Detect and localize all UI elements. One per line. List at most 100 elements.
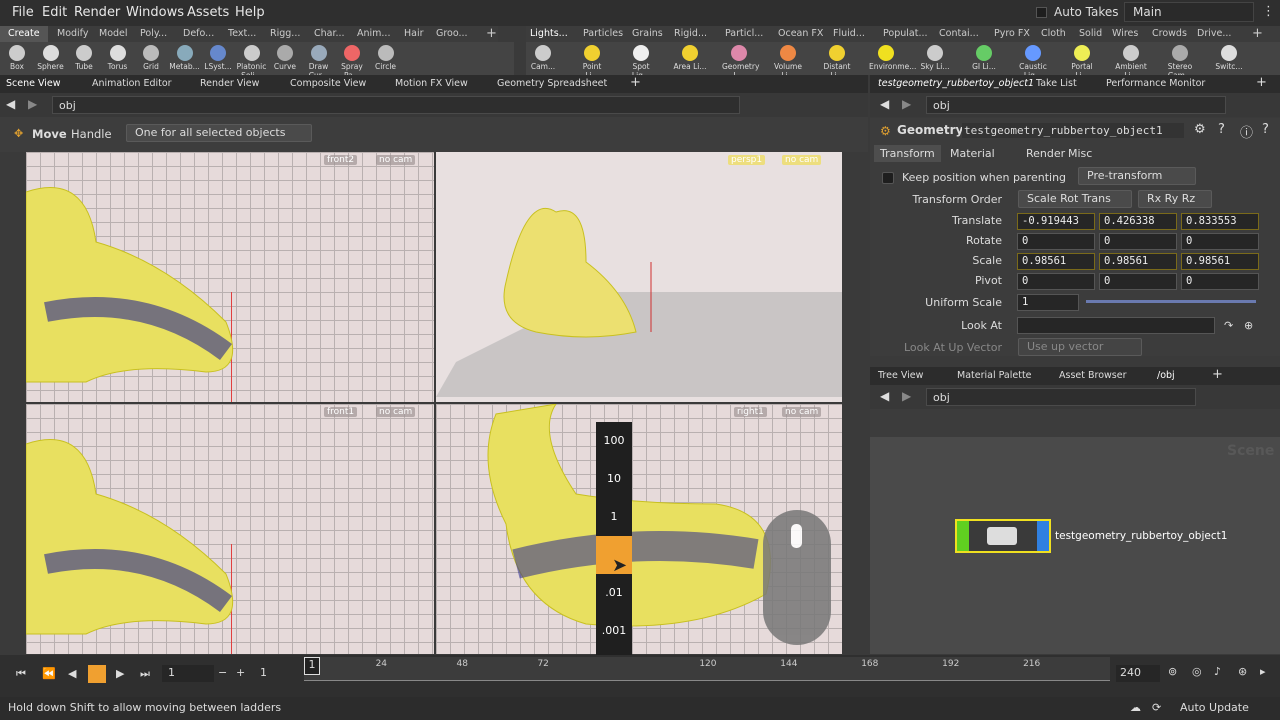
start-frame-field[interactable]: 1 xyxy=(256,665,300,682)
light-tool[interactable]: Sky Li... xyxy=(918,42,952,71)
menu-render[interactable]: Render xyxy=(74,5,120,20)
increment-icon[interactable]: + xyxy=(236,666,245,679)
desktop-select[interactable]: Main xyxy=(1124,2,1254,22)
tab-performance-monitor[interactable]: Performance Monitor xyxy=(1106,78,1205,89)
param-field[interactable]: 0.98561 xyxy=(1017,253,1095,270)
help-icon[interactable]: ? xyxy=(1262,122,1269,137)
param-field[interactable]: 0.98561 xyxy=(1099,253,1177,270)
menu-help[interactable]: Help xyxy=(235,5,265,20)
shelf-tab-populate[interactable]: Populat... xyxy=(883,28,928,39)
tab-render-view[interactable]: Render View xyxy=(200,78,259,89)
look-at-field[interactable] xyxy=(1017,317,1215,334)
timeline-ruler[interactable]: 1 24 48 72 120 144 168 192 216 xyxy=(304,657,1110,681)
camera-label[interactable]: right1 xyxy=(734,407,767,417)
menu-icon[interactable]: ⋮ xyxy=(1262,4,1275,19)
tab-motion-fx-view[interactable]: Motion FX View xyxy=(395,78,468,89)
create-tool[interactable]: Torus xyxy=(101,42,135,71)
info-icon[interactable]: ⓘ xyxy=(1240,122,1253,141)
viewport-persp1[interactable]: persp1 no cam xyxy=(436,152,842,402)
ladder-step[interactable]: 100 xyxy=(596,422,632,460)
shelf-tab-ocean-fx[interactable]: Ocean FX xyxy=(778,28,823,39)
realtime-icon[interactable]: ◎ xyxy=(1192,665,1202,678)
gear-icon[interactable]: ⚙ xyxy=(1194,122,1206,137)
shelf-tab-grains[interactable]: Grains xyxy=(632,28,663,39)
jump-start-icon[interactable]: ⏮ xyxy=(16,667,26,681)
light-tool[interactable]: Area Li... xyxy=(673,42,707,71)
back-arrow-icon[interactable]: ◀ xyxy=(880,389,889,403)
keep-position-checkbox[interactable] xyxy=(882,172,894,184)
create-tool[interactable]: Metab... xyxy=(168,42,202,71)
audio-icon[interactable]: ♪ xyxy=(1214,665,1221,678)
camera-menu[interactable]: no cam xyxy=(782,155,822,165)
tab-scene-view[interactable]: Scene View xyxy=(6,78,61,89)
forward-arrow-icon[interactable]: ▶ xyxy=(902,97,911,111)
display-flag-icon[interactable] xyxy=(957,521,969,551)
forward-arrow-icon[interactable]: ▶ xyxy=(28,97,37,111)
add-tab-icon[interactable]: + xyxy=(1212,367,1223,382)
tab-composite-view[interactable]: Composite View xyxy=(290,78,366,89)
shelf-tab-hair[interactable]: Hair xyxy=(404,28,424,39)
light-tool[interactable]: Cam... xyxy=(526,42,560,71)
light-tool[interactable]: GI Li... xyxy=(967,42,1001,71)
create-tool[interactable]: Tube xyxy=(67,42,101,71)
shelf-tab-animation[interactable]: Anim... xyxy=(357,28,390,39)
jump-icon[interactable]: ↷ xyxy=(1224,319,1233,332)
menu-windows[interactable]: Windows xyxy=(126,5,184,20)
param-path-field[interactable]: obj xyxy=(926,96,1226,114)
camera-label[interactable]: front2 xyxy=(324,155,358,165)
create-tool[interactable]: Circle xyxy=(369,42,403,71)
back-arrow-icon[interactable]: ◀ xyxy=(6,97,15,111)
network-path-field[interactable]: obj xyxy=(926,388,1196,406)
shelf-tab-deform[interactable]: Defo... xyxy=(183,28,214,39)
param-field[interactable]: 0 xyxy=(1181,273,1259,290)
param-field[interactable]: -0.919443 xyxy=(1017,213,1095,230)
help-icon[interactable]: ? xyxy=(1218,122,1225,137)
tab-node-params[interactable]: testgeometry_rubbertoy_object1 xyxy=(878,78,1034,89)
keyframe-icon[interactable]: ⊚ xyxy=(1168,665,1177,678)
end-frame-field[interactable]: 240 xyxy=(1116,665,1160,682)
add-shelf-icon[interactable]: + xyxy=(486,26,497,41)
uniform-scale-field[interactable]: 1 xyxy=(1017,294,1079,311)
scene-path-field[interactable]: obj xyxy=(52,96,740,114)
shelf-tab-particle-fluids[interactable]: Particl... xyxy=(725,28,763,39)
node-picker-icon[interactable]: ⊕ xyxy=(1244,319,1253,332)
shelf-tab-lights[interactable]: Lights... xyxy=(530,28,568,39)
add-tab-icon[interactable]: + xyxy=(1256,75,1267,90)
uniform-scale-slider[interactable] xyxy=(1086,300,1256,303)
param-field[interactable]: 0 xyxy=(1099,273,1177,290)
shelf-tab-rigging[interactable]: Rigg... xyxy=(270,28,300,39)
create-tool[interactable]: Sphere xyxy=(34,42,68,71)
tab-tree-view[interactable]: Tree View xyxy=(878,370,923,381)
transform-order-select[interactable]: Scale Rot Trans xyxy=(1018,190,1132,208)
ladder-step[interactable]: 1 xyxy=(596,498,632,536)
viewport-front1[interactable]: front1 no cam xyxy=(26,404,434,654)
shelf-tab-wires[interactable]: Wires xyxy=(1112,28,1138,39)
shelf-tab-rigid[interactable]: Rigid... xyxy=(674,28,707,39)
ladder-step[interactable]: .01 xyxy=(596,574,632,612)
shelf-tab-pyro-fx[interactable]: Pyro FX xyxy=(994,28,1030,39)
shelf-tab-model[interactable]: Model xyxy=(99,28,128,39)
node-name-field[interactable]: testgeometry_rubbertoy_object1 xyxy=(962,123,1184,138)
tab-take-list[interactable]: Take List xyxy=(1036,78,1077,89)
playhead[interactable]: 1 xyxy=(304,657,320,675)
create-tool[interactable]: LSyst... xyxy=(201,42,235,71)
shelf-tab-grooming[interactable]: Groo... xyxy=(436,28,468,39)
shelf-tab-cloth[interactable]: Cloth xyxy=(1041,28,1066,39)
shelf-tab-texture[interactable]: Text... xyxy=(228,28,256,39)
play-reverse-icon[interactable]: ◀ xyxy=(68,667,76,680)
param-field[interactable]: 0 xyxy=(1099,233,1177,250)
menu-assets[interactable]: Assets xyxy=(187,5,229,20)
shelf-tab-crowds[interactable]: Crowds xyxy=(1152,28,1187,39)
param-field[interactable]: 0.98561 xyxy=(1181,253,1259,270)
tab-material-palette[interactable]: Material Palette xyxy=(957,370,1032,381)
global-anim-icon[interactable]: ⊛ xyxy=(1238,665,1247,678)
camera-menu[interactable]: no cam xyxy=(782,407,822,417)
param-field[interactable]: 0 xyxy=(1181,233,1259,250)
auto-update-menu[interactable]: Auto Update xyxy=(1180,701,1249,714)
light-tool[interactable]: Switc... xyxy=(1212,42,1246,71)
light-tool[interactable]: Environme... xyxy=(869,42,916,71)
create-tool[interactable]: Curve xyxy=(268,42,302,71)
step-back-icon[interactable]: ⏪ xyxy=(42,667,56,680)
create-tool[interactable]: Box xyxy=(0,42,34,71)
handle-label[interactable]: Handle xyxy=(71,127,112,141)
